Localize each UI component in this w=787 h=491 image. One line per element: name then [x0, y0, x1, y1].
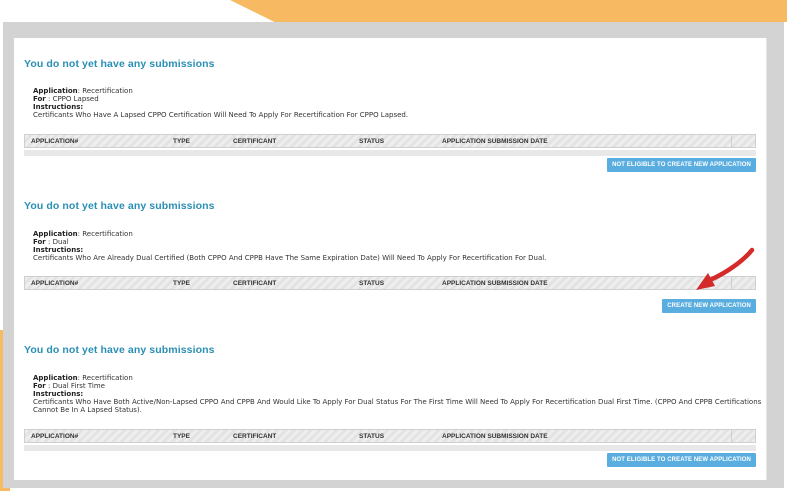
column-header-certificant: CERTIFICANT: [233, 138, 277, 145]
application-value: : Recertification: [77, 87, 133, 95]
column-header-type: TYPE: [173, 138, 190, 145]
application-info: Application: Recertification For : CPPO …: [33, 87, 763, 119]
application-label: Application: [33, 87, 78, 95]
instructions-text: Certificants Who Have Both Active/Non-La…: [33, 398, 762, 414]
column-header-submission-date: APPLICATION SUBMISSION DATE: [442, 138, 548, 145]
for-label: For: [33, 95, 46, 103]
red-pointer-arrow-icon: [696, 247, 755, 290]
column-header-status: STATUS: [359, 280, 385, 287]
section-heading: You do not yet have any submissions: [24, 200, 215, 212]
submission-section-cppo-lapsed: You do not yet have any submissions Appl…: [24, 58, 756, 172]
column-header-application: APPLICATION#: [31, 280, 79, 287]
for-value: : CPPO Lapsed: [45, 95, 99, 103]
column-header-submission-date: APPLICATION SUBMISSION DATE: [442, 433, 548, 440]
application-label: Application: [33, 374, 78, 382]
column-header-certificant: CERTIFICANT: [233, 433, 277, 440]
decorative-top-banner: [230, 0, 787, 22]
column-divider: [731, 135, 732, 147]
column-divider: [731, 430, 732, 442]
column-header-status: STATUS: [359, 433, 385, 440]
column-header-status: STATUS: [359, 138, 385, 145]
application-value: : Recertification: [77, 374, 133, 382]
submissions-panel: You do not yet have any submissions Appl…: [14, 38, 766, 480]
column-header-application: APPLICATION#: [31, 138, 79, 145]
submissions-table-header: APPLICATION# TYPE CERTIFICANT STATUS APP…: [24, 276, 756, 290]
create-new-application-button[interactable]: CREATE NEW APPLICATION: [662, 299, 756, 313]
submission-section-dual-first-time: You do not yet have any submissions Appl…: [24, 344, 761, 467]
section-heading: You do not yet have any submissions: [24, 58, 215, 70]
submissions-table-header: APPLICATION# TYPE CERTIFICANT STATUS APP…: [24, 134, 756, 148]
for-label: For: [33, 238, 46, 246]
section-heading: You do not yet have any submissions: [24, 344, 215, 356]
for-value: : Dual: [45, 238, 69, 246]
empty-table-body: [24, 445, 756, 451]
not-eligible-button[interactable]: NOT ELIGIBLE TO CREATE NEW APPLICATION: [607, 158, 756, 172]
application-value: : Recertification: [77, 230, 133, 238]
empty-table-body: [24, 150, 756, 156]
submissions-table-header: APPLICATION# TYPE CERTIFICANT STATUS APP…: [24, 429, 756, 443]
not-eligible-button[interactable]: NOT ELIGIBLE TO CREATE NEW APPLICATION: [607, 453, 756, 467]
instructions-label: Instructions:: [33, 103, 84, 111]
column-header-certificant: CERTIFICANT: [233, 280, 277, 287]
instructions-label: Instructions:: [33, 246, 84, 254]
column-header-application: APPLICATION#: [31, 433, 79, 440]
application-info: Application: Recertification For : Dual …: [33, 230, 763, 262]
application-label: Application: [33, 230, 78, 238]
instructions-text: Certificants Who Are Already Dual Certif…: [33, 254, 547, 262]
panel-right-border: [766, 38, 767, 480]
instructions-text: Certificants Who Have A Lapsed CPPO Cert…: [33, 111, 409, 119]
submission-section-dual: You do not yet have any submissions Appl…: [24, 200, 756, 313]
column-header-type: TYPE: [173, 433, 190, 440]
application-info: Application: Recertification For : Dual …: [33, 374, 763, 414]
for-value: : Dual First Time: [45, 382, 105, 390]
for-label: For: [33, 382, 46, 390]
column-header-type: TYPE: [173, 280, 190, 287]
instructions-label: Instructions:: [33, 390, 84, 398]
column-header-submission-date: APPLICATION SUBMISSION DATE: [442, 280, 548, 287]
